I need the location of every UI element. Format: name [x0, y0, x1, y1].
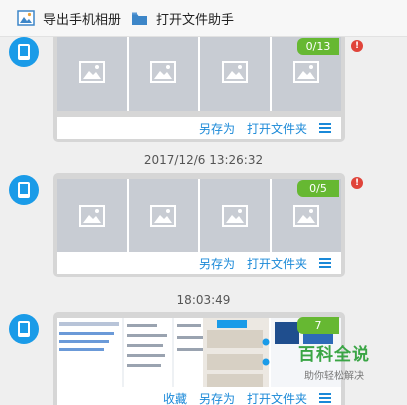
open-file-assistant-button[interactable]: 打开文件助手	[131, 7, 234, 29]
watermark-subtitle: 助你轻松解决	[304, 371, 364, 382]
image-placeholder-icon	[293, 61, 320, 83]
error-icon[interactable]: !	[351, 40, 363, 52]
open-folder-link[interactable]: 打开文件夹	[247, 390, 307, 405]
transfer-count-badge: 7	[297, 317, 339, 334]
message-card: 0/5 另存为 打开文件夹	[53, 173, 345, 277]
message-actions: 另存为 打开文件夹	[57, 252, 341, 274]
open-file-assistant-label: 打开文件助手	[156, 12, 235, 28]
photo-export-icon	[17, 10, 35, 26]
toolbar: 导出手机相册 打开文件助手	[0, 0, 407, 37]
export-phone-album-label: 导出手机相册	[43, 12, 122, 28]
open-folder-link[interactable]: 打开文件夹	[247, 120, 307, 137]
phone-icon	[18, 44, 30, 60]
timestamp: 18:03:49	[176, 293, 231, 307]
phone-icon	[18, 182, 30, 198]
image-placeholder-icon	[78, 204, 105, 227]
image-placeholder-icon	[150, 61, 177, 83]
transfer-count-badge: 0/13	[297, 38, 339, 55]
save-as-link[interactable]: 另存为	[199, 120, 235, 137]
message-actions: 另存为 打开文件夹	[57, 117, 341, 139]
image-placeholder-icon	[221, 61, 248, 83]
save-as-link[interactable]: 另存为	[199, 390, 235, 405]
more-menu-icon[interactable]	[319, 123, 331, 133]
open-folder-link[interactable]: 打开文件夹	[247, 255, 307, 272]
image-placeholder-icon	[150, 204, 177, 227]
phone-avatar	[9, 314, 39, 344]
image-placeholder-icon	[293, 204, 320, 227]
photo-thumbnail[interactable]	[200, 179, 272, 252]
error-icon[interactable]: !	[351, 177, 363, 189]
phone-icon	[18, 321, 30, 337]
more-menu-icon[interactable]	[319, 393, 331, 403]
folder-icon	[132, 12, 147, 25]
photo-thumbnail[interactable]	[128, 37, 200, 111]
photo-thumbnail[interactable]	[128, 179, 200, 252]
image-placeholder-icon	[221, 204, 248, 227]
watermark-title: 百科全说	[298, 345, 370, 365]
favorite-link[interactable]: 收藏	[163, 390, 187, 405]
transfer-count-badge: 0/5	[297, 180, 339, 197]
phone-avatar	[9, 37, 39, 67]
message-actions: 收藏 另存为 打开文件夹	[57, 387, 341, 405]
more-menu-icon[interactable]	[319, 258, 331, 268]
phone-avatar	[9, 175, 39, 205]
timestamp: 2017/12/6 13:26:32	[143, 153, 264, 167]
photo-thumbnail[interactable]	[200, 37, 272, 111]
photo-thumbnail[interactable]	[57, 179, 129, 252]
watermark: 百科全说 助你轻松解决	[290, 340, 378, 382]
export-phone-album-button[interactable]: 导出手机相册	[17, 7, 121, 29]
photo-thumbnail[interactable]	[57, 37, 129, 111]
image-placeholder-icon	[78, 61, 105, 83]
save-as-link[interactable]: 另存为	[199, 255, 235, 272]
message-card: 0/13 另存为 打开文件夹	[53, 37, 345, 142]
